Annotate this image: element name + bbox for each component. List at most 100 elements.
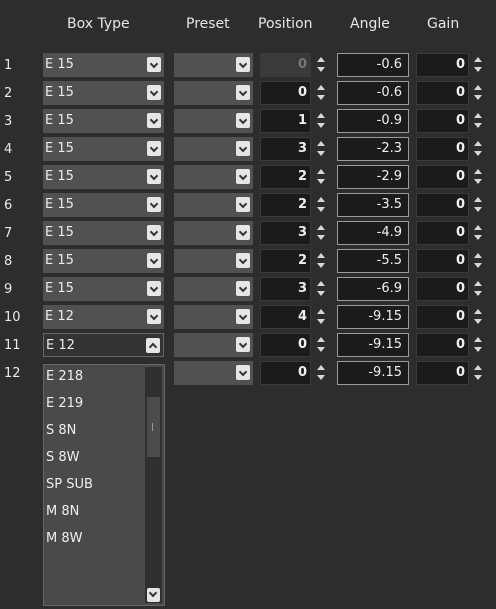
position-spinner[interactable] <box>314 137 329 161</box>
spin-down-icon[interactable] <box>317 207 325 212</box>
angle-field[interactable]: -9.15 <box>337 333 409 357</box>
gain-field[interactable]: 0 <box>416 53 469 77</box>
spin-down-icon[interactable] <box>317 123 325 128</box>
position-field[interactable]: 2 <box>260 249 311 273</box>
gain-spinner[interactable] <box>471 193 486 217</box>
preset-select[interactable] <box>174 221 253 245</box>
gain-spinner[interactable] <box>471 53 486 77</box>
angle-field[interactable]: -5.5 <box>337 249 409 273</box>
position-field[interactable]: 3 <box>260 277 311 301</box>
chevron-down-icon[interactable] <box>147 169 161 184</box>
position-spinner[interactable] <box>314 305 329 329</box>
position-field[interactable]: 0 <box>260 333 311 357</box>
spin-down-icon[interactable] <box>474 95 482 100</box>
gain-spinner[interactable] <box>471 81 486 105</box>
angle-field[interactable]: -2.3 <box>337 137 409 161</box>
chevron-down-icon[interactable] <box>236 337 250 352</box>
spin-up-icon[interactable] <box>474 169 482 174</box>
gain-field[interactable]: 0 <box>416 305 469 329</box>
preset-select[interactable] <box>174 109 253 133</box>
position-field[interactable]: 2 <box>260 193 311 217</box>
spin-up-icon[interactable] <box>474 85 482 90</box>
spin-up-icon[interactable] <box>317 85 325 90</box>
chevron-down-icon[interactable] <box>147 253 161 268</box>
position-spinner[interactable] <box>314 53 329 77</box>
spin-down-icon[interactable] <box>317 347 325 352</box>
spin-up-icon[interactable] <box>474 57 482 62</box>
spin-up-icon[interactable] <box>317 309 325 314</box>
spin-up-icon[interactable] <box>317 225 325 230</box>
preset-select[interactable] <box>174 165 253 189</box>
chevron-down-icon[interactable] <box>147 281 161 296</box>
scroll-down-icon[interactable] <box>147 588 160 602</box>
box-type-select[interactable]: E 15 <box>43 249 164 273</box>
chevron-down-icon[interactable] <box>147 225 161 240</box>
spin-down-icon[interactable] <box>474 123 482 128</box>
preset-select[interactable] <box>174 53 253 77</box>
spin-down-icon[interactable] <box>317 95 325 100</box>
box-type-select[interactable]: E 15 <box>43 109 164 133</box>
box-type-select[interactable]: E 12 <box>43 333 164 357</box>
box-type-select[interactable]: E 12 <box>43 305 164 329</box>
spin-down-icon[interactable] <box>317 263 325 268</box>
gain-spinner[interactable] <box>471 137 486 161</box>
gain-field[interactable]: 0 <box>416 193 469 217</box>
angle-field[interactable]: -9.15 <box>337 361 409 385</box>
chevron-down-icon[interactable] <box>147 57 161 72</box>
preset-select[interactable] <box>174 249 253 273</box>
box-type-dropdown-list[interactable]: E 218 E 219 S 8N S 8W SP SUB M 8N M 8W <box>43 364 165 606</box>
spin-up-icon[interactable] <box>474 141 482 146</box>
chevron-down-icon[interactable] <box>147 197 161 212</box>
spin-down-icon[interactable] <box>474 347 482 352</box>
spin-up-icon[interactable] <box>474 281 482 286</box>
gain-field[interactable]: 0 <box>416 137 469 161</box>
gain-spinner[interactable] <box>471 165 486 189</box>
box-type-select[interactable]: E 15 <box>43 137 164 161</box>
spin-up-icon[interactable] <box>474 225 482 230</box>
chevron-down-icon[interactable] <box>236 309 250 324</box>
spin-down-icon[interactable] <box>474 319 482 324</box>
preset-select[interactable] <box>174 81 253 105</box>
spin-down-icon[interactable] <box>474 375 482 380</box>
spin-up-icon[interactable] <box>317 141 325 146</box>
chevron-down-icon[interactable] <box>236 57 250 72</box>
position-spinner[interactable] <box>314 277 329 301</box>
chevron-down-icon[interactable] <box>236 197 250 212</box>
preset-select[interactable] <box>174 193 253 217</box>
box-type-select[interactable]: E 15 <box>43 81 164 105</box>
position-field[interactable]: 4 <box>260 305 311 329</box>
spin-down-icon[interactable] <box>474 263 482 268</box>
chevron-down-icon[interactable] <box>236 253 250 268</box>
angle-field[interactable]: -0.6 <box>337 81 409 105</box>
box-type-select[interactable]: E 15 <box>43 165 164 189</box>
spin-down-icon[interactable] <box>474 235 482 240</box>
preset-select[interactable] <box>174 137 253 161</box>
chevron-down-icon[interactable] <box>236 281 250 296</box>
preset-select[interactable] <box>174 333 253 357</box>
position-spinner[interactable] <box>314 221 329 245</box>
angle-field[interactable]: -4.9 <box>337 221 409 245</box>
chevron-down-icon[interactable] <box>147 113 161 128</box>
spin-up-icon[interactable] <box>474 197 482 202</box>
chevron-up-icon[interactable] <box>146 338 160 353</box>
gain-spinner[interactable] <box>471 305 486 329</box>
angle-field[interactable]: -0.6 <box>337 53 409 77</box>
gain-field[interactable]: 0 <box>416 277 469 301</box>
chevron-down-icon[interactable] <box>236 225 250 240</box>
position-field[interactable]: 3 <box>260 221 311 245</box>
angle-field[interactable]: -2.9 <box>337 165 409 189</box>
position-spinner[interactable] <box>314 361 329 385</box>
gain-spinner[interactable] <box>471 109 486 133</box>
spin-down-icon[interactable] <box>474 67 482 72</box>
spin-up-icon[interactable] <box>474 113 482 118</box>
spin-up-icon[interactable] <box>474 253 482 258</box>
gain-field[interactable]: 0 <box>416 361 469 385</box>
gain-field[interactable]: 0 <box>416 165 469 189</box>
spin-down-icon[interactable] <box>317 67 325 72</box>
spin-up-icon[interactable] <box>317 113 325 118</box>
dropdown-option[interactable]: SP SUB <box>46 477 146 504</box>
position-field[interactable]: 0 <box>260 53 311 77</box>
scrollbar-thumb[interactable] <box>147 397 160 457</box>
chevron-down-icon[interactable] <box>236 365 250 380</box>
position-field[interactable]: 1 <box>260 109 311 133</box>
